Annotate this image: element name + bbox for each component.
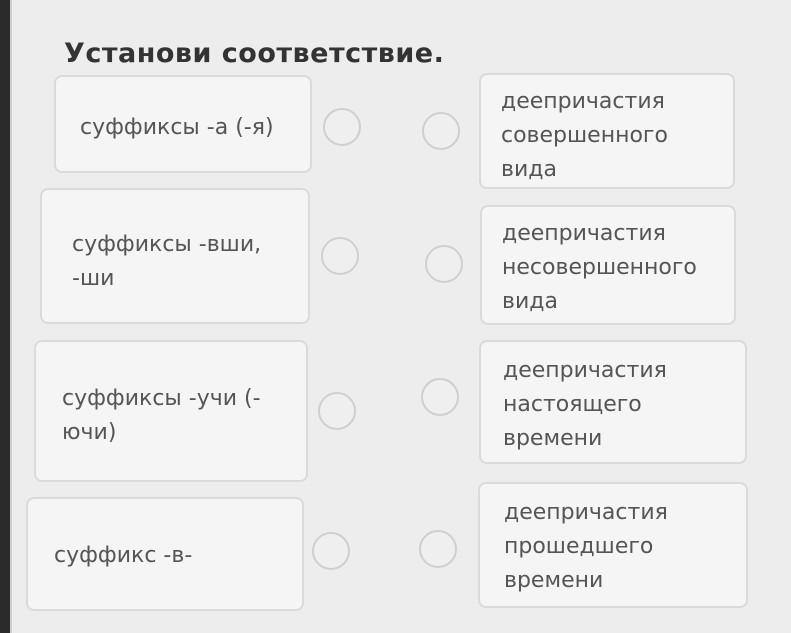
right-card-3[interactable]: деепричастия настоящего времени [479, 340, 747, 464]
left-card-2-line-2: -ши [72, 266, 115, 291]
page-title: Установи соответствие. [64, 38, 445, 69]
right-card-2-line-1: деепричастия [502, 221, 666, 246]
left-card-1-line-1: суффиксы -а (-я) [80, 115, 274, 140]
right-card-3-line-2: настоящего [503, 392, 642, 417]
right-connector-1[interactable] [422, 112, 460, 150]
right-card-1[interactable]: деепричастия совершенного вида [479, 73, 735, 189]
left-card-3-line-1: суффиксы -учи (- [62, 386, 261, 411]
right-card-4-line-3: времени [504, 568, 604, 593]
right-connector-2[interactable] [425, 245, 463, 283]
left-card-4-line-1: суффикс -в- [54, 543, 193, 568]
left-card-2[interactable]: суффиксы -вши, -ши [40, 188, 310, 324]
left-connector-2[interactable] [321, 237, 359, 275]
right-card-1-line-1: деепричастия [501, 89, 665, 114]
left-card-2-line-1: суффиксы -вши, [72, 232, 262, 257]
right-card-2-line-3: вида [502, 289, 558, 314]
left-connector-3[interactable] [318, 392, 356, 430]
right-connector-3[interactable] [421, 378, 459, 416]
left-card-3-line-2: ючи) [62, 420, 117, 445]
right-card-3-line-3: времени [503, 426, 603, 451]
right-card-3-line-1: деепричастия [503, 358, 667, 383]
right-card-4-line-1: деепричастия [504, 500, 668, 525]
right-card-4[interactable]: деепричастия прошедшего времени [478, 482, 748, 608]
right-card-2-line-2: несовершенного [502, 255, 697, 280]
right-connector-4[interactable] [419, 530, 457, 568]
left-connector-1[interactable] [323, 108, 361, 146]
right-card-1-line-3: вида [501, 157, 557, 182]
right-card-1-line-2: совершенного [501, 123, 668, 148]
right-card-4-line-2: прошедшего [504, 534, 654, 559]
left-card-4[interactable]: суффикс -в- [26, 497, 304, 611]
left-connector-4[interactable] [312, 532, 350, 570]
exercise-panel: Установи соответствие. суффиксы -а (-я) … [10, 0, 791, 633]
right-card-2[interactable]: деепричастия несовершенного вида [480, 205, 736, 325]
left-card-3[interactable]: суффиксы -учи (- ючи) [34, 340, 308, 482]
left-card-1[interactable]: суффиксы -а (-я) [54, 75, 312, 173]
